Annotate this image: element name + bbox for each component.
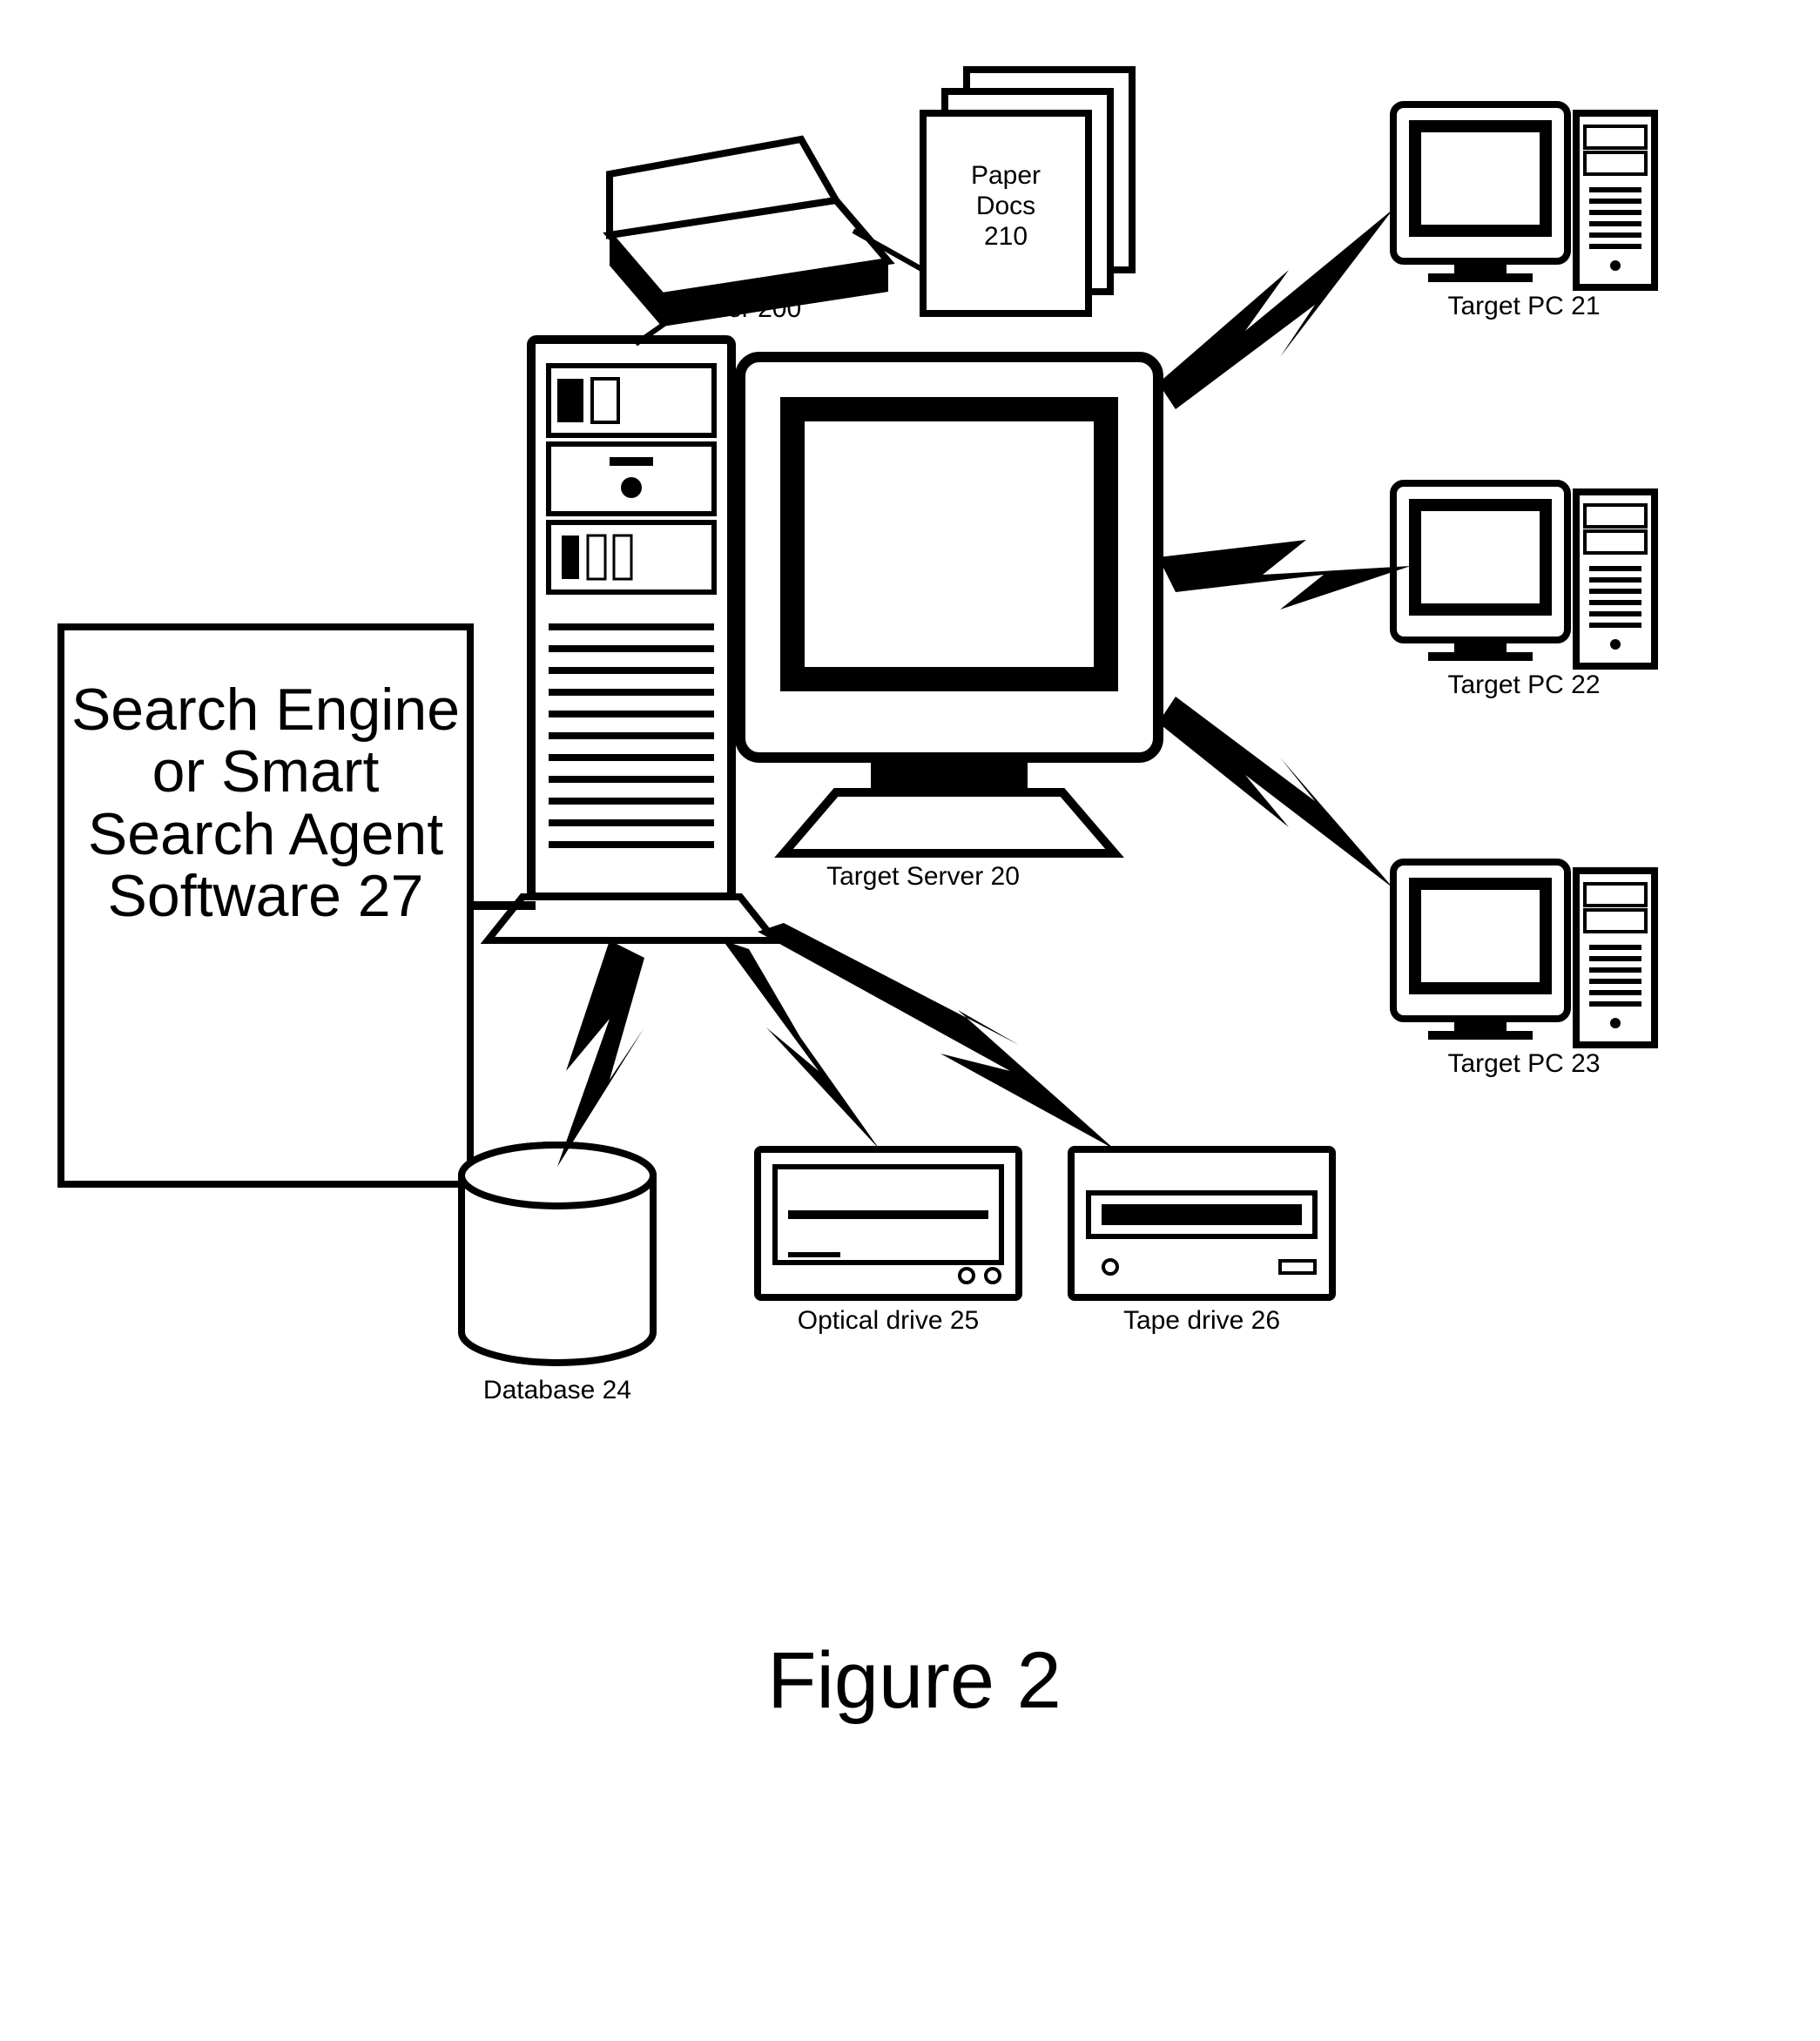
paper-docs-line2: Docs — [936, 192, 1075, 220]
bolt-server-pc21 — [1158, 209, 1393, 409]
bolt-server-tape — [758, 923, 1115, 1149]
server-tower-icon — [488, 340, 775, 940]
target-pc-22-icon — [1393, 483, 1655, 666]
server-monitor-icon — [740, 357, 1158, 853]
database-icon — [462, 1145, 653, 1363]
paper-docs-line3: 210 — [936, 222, 1075, 251]
pc21-label: Target PC 21 — [1393, 292, 1655, 320]
paper-docs-line1: Paper — [936, 161, 1075, 190]
optical-drive-icon — [758, 1149, 1019, 1297]
database-label: Database 24 — [462, 1376, 653, 1404]
diagram-stage: Search Engine or Smart Search Agent Soft… — [0, 0, 1820, 2041]
target-pc-21-icon — [1393, 104, 1655, 287]
bolt-server-pc22 — [1158, 540, 1411, 610]
figure-title: Figure 2 — [610, 1637, 1219, 1725]
search-software-label: Search Engine or Smart Search Agent Soft… — [70, 679, 462, 928]
scanner-label: Scanner 200 — [653, 294, 880, 323]
bolt-server-pc23 — [1158, 697, 1393, 888]
optical-drive-label: Optical drive 25 — [758, 1306, 1019, 1335]
pc23-label: Target PC 23 — [1393, 1049, 1655, 1078]
tape-drive-label: Tape drive 26 — [1071, 1306, 1332, 1335]
target-server-label: Target Server 20 — [766, 862, 1080, 891]
tape-drive-icon — [1071, 1149, 1332, 1297]
bolt-server-db — [557, 940, 644, 1167]
target-pc-23-icon — [1393, 862, 1655, 1045]
pc22-label: Target PC 22 — [1393, 670, 1655, 699]
